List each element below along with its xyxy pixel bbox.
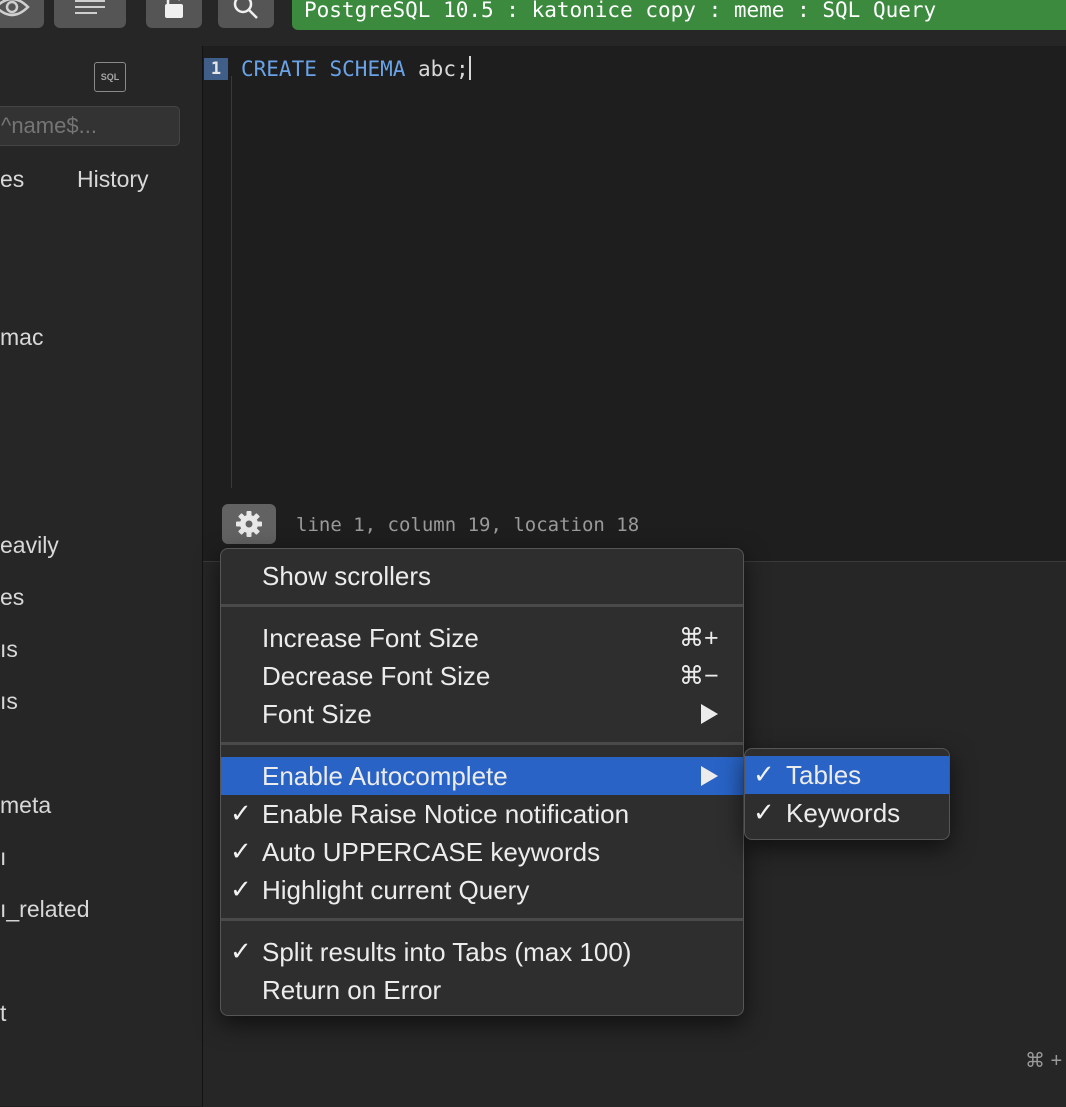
checkmark-icon: ✓: [753, 797, 775, 827]
code-line[interactable]: CREATE SCHEMA abc;: [241, 56, 471, 81]
cursor-status: line 1, column 19, location 18: [296, 514, 640, 536]
menu-item-label: Enable Autocomplete: [262, 761, 508, 791]
sidebar-item[interactable]: meta: [0, 792, 51, 819]
submenu-arrow-icon: [701, 766, 718, 786]
menu-separator: [221, 918, 743, 921]
eye-icon: [0, 0, 30, 17]
menu-item-enable-autocomplete[interactable]: Enable Autocomplete: [221, 757, 743, 795]
window-title: PostgreSQL 10.5 : katonice copy : meme :…: [304, 0, 937, 22]
list-icon: [75, 0, 105, 14]
gutter-divider: [231, 76, 232, 488]
menu-item-highlight-current-query[interactable]: ✓ Highlight current Query: [221, 871, 743, 909]
search-icon: [233, 0, 258, 19]
submenu-item-keywords[interactable]: ✓ Keywords: [745, 794, 949, 832]
shortcut-hint: ⌘ +: [1025, 1050, 1063, 1072]
sidebar: SQL es History mac eavily es ıs ıs meta …: [0, 46, 203, 1106]
sidebar-tab-history[interactable]: History: [77, 166, 149, 193]
filter-input[interactable]: [0, 106, 180, 146]
submenu-item-tables[interactable]: ✓ Tables: [745, 756, 949, 794]
line-number: 1: [204, 58, 228, 80]
sidebar-tab-tables[interactable]: es: [0, 166, 24, 193]
lock-button[interactable]: [146, 0, 202, 28]
menu-item-auto-uppercase[interactable]: ✓ Auto UPPERCASE keywords: [221, 833, 743, 871]
menu-item-increase-font-size[interactable]: Increase Font Size ⌘+: [221, 619, 743, 657]
menu-item-shortcut: ⌘+: [679, 624, 719, 652]
menu-item-label: Decrease Font Size: [262, 661, 491, 691]
gear-icon: [236, 511, 262, 537]
sidebar-item[interactable]: eavily: [0, 532, 59, 559]
sidebar-item[interactable]: es: [0, 584, 24, 611]
code-text: abc;: [418, 57, 469, 81]
submenu-item-label: Tables: [786, 760, 862, 790]
menu-item-label: Return on Error: [262, 975, 442, 1005]
menu-item-shortcut: ⌘−: [679, 662, 719, 690]
checkmark-icon: ✓: [753, 759, 775, 789]
checkmark-icon: ✓: [230, 874, 252, 904]
sidebar-item[interactable]: ı: [0, 844, 6, 871]
sql-icon[interactable]: SQL: [94, 62, 126, 92]
sidebar-item[interactable]: ı_related: [0, 896, 90, 923]
menu-item-label: Highlight current Query: [262, 875, 530, 905]
menu-item-show-scrollers[interactable]: Show scrollers: [221, 557, 743, 595]
code-keyword: SCHEMA: [329, 57, 406, 81]
search-button[interactable]: [218, 0, 274, 28]
toolbar: PostgreSQL 10.5 : katonice copy : meme :…: [0, 0, 1066, 47]
menu-item-font-size[interactable]: Font Size: [221, 695, 743, 733]
menu-separator: [221, 742, 743, 745]
text-cursor: [468, 56, 471, 80]
checkmark-icon: ✓: [230, 836, 252, 866]
format-button[interactable]: [54, 0, 126, 28]
code-keyword: CREATE: [241, 57, 317, 81]
menu-item-enable-raise-notice[interactable]: ✓ Enable Raise Notice notification: [221, 795, 743, 833]
editor-settings-menu: Show scrollers Increase Font Size ⌘+ Dec…: [220, 548, 744, 1016]
sidebar-item[interactable]: mac: [0, 324, 43, 351]
menu-item-label: Enable Raise Notice notification: [262, 799, 630, 829]
sidebar-item[interactable]: ıs: [0, 688, 18, 715]
menu-separator: [221, 604, 743, 607]
menu-item-label: Show scrollers: [262, 561, 432, 591]
checkmark-icon: ✓: [230, 936, 252, 966]
submenu-item-label: Keywords: [786, 798, 901, 828]
sidebar-item[interactable]: ıs: [0, 636, 18, 663]
menu-item-label: Increase Font Size: [262, 623, 479, 653]
sql-editor[interactable]: 1 CREATE SCHEMA abc; line 1, column 19, …: [203, 46, 1066, 560]
menu-item-label: Split results into Tabs (max 100): [262, 937, 632, 967]
menu-item-decrease-font-size[interactable]: Decrease Font Size ⌘−: [221, 657, 743, 695]
lock-icon: [165, 0, 183, 18]
sidebar-item[interactable]: t: [0, 1000, 6, 1027]
editor-settings-button[interactable]: [222, 504, 276, 544]
sql-badge-label: SQL: [100, 72, 120, 82]
submenu-arrow-icon: [701, 704, 718, 724]
menu-item-label: Auto UPPERCASE keywords: [262, 837, 601, 867]
preview-button[interactable]: [0, 0, 44, 28]
menu-item-return-on-error[interactable]: Return on Error: [221, 971, 743, 1009]
autocomplete-submenu: ✓ Tables ✓ Keywords: [744, 748, 950, 840]
window-title-bar: PostgreSQL 10.5 : katonice copy : meme :…: [292, 0, 1066, 30]
menu-item-label: Font Size: [262, 699, 372, 729]
checkmark-icon: ✓: [230, 798, 252, 828]
menu-item-split-results-tabs[interactable]: ✓ Split results into Tabs (max 100): [221, 933, 743, 971]
